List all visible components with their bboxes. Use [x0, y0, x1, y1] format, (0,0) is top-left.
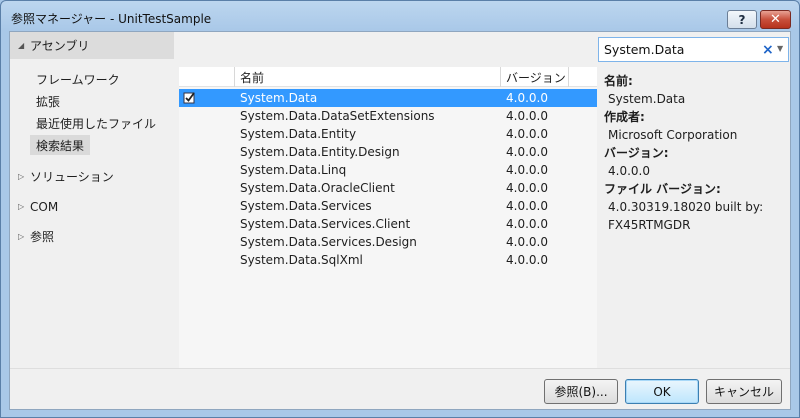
nav-group-label: アセンブリ — [30, 39, 90, 53]
assembly-name: System.Data.Linq — [240, 163, 347, 177]
assembly-name: System.Data.Entity — [240, 127, 357, 141]
close-button[interactable]: ✕ — [760, 10, 791, 29]
table-row[interactable]: System.Data.OracleClient 4.0.0.0 — [179, 179, 597, 197]
nav-group-label: ソリューション — [30, 170, 114, 184]
nav-group-solution[interactable]: ▷ ソリューション — [10, 163, 174, 190]
assembly-name: System.Data.Services — [240, 199, 372, 213]
nav-group-com[interactable]: ▷ COM — [10, 193, 174, 220]
detail-version-label: バージョン: — [604, 146, 669, 160]
title-bar[interactable]: 参照マネージャー - UnitTestSample ? ✕ — [1, 1, 799, 31]
nav-group-label: COM — [30, 199, 59, 214]
assembly-checked-icon[interactable] — [183, 91, 196, 104]
expand-triangle-icon: ▷ — [18, 172, 25, 181]
assembly-version: 4.0.0.0 — [506, 163, 548, 177]
assembly-name: System.Data.Entity.Design — [240, 145, 400, 159]
nav-group-label: 参照 — [30, 230, 55, 244]
expand-triangle-icon: ▷ — [18, 232, 25, 241]
list-header: 名前 バージョン — [179, 67, 597, 87]
browse-button[interactable]: 参照(B)... — [544, 379, 618, 404]
details-pane: 名前: System.Data 作成者: Microsoft Corporati… — [604, 72, 788, 234]
version-column-header[interactable]: バージョン — [501, 67, 569, 87]
assembly-name: System.Data.Services.Client — [240, 217, 411, 231]
assembly-name: System.Data — [240, 91, 318, 105]
nav-item-framework[interactable]: フレームワーク — [30, 69, 126, 89]
search-box: × ▼ — [598, 37, 789, 62]
nav-group-browse[interactable]: ▷ 参照 — [10, 223, 174, 250]
detail-author-value: Microsoft Corporation — [608, 128, 738, 142]
detail-file-version-value: 4.0.30319.18020 built by: — [608, 200, 764, 214]
table-row[interactable]: System.Data.Services.Client 4.0.0.0 — [179, 215, 597, 233]
detail-name-value: System.Data — [608, 92, 686, 106]
checkbox-column-header[interactable] — [179, 67, 235, 87]
detail-file-version-build: FX45RTMGDR — [608, 218, 691, 232]
assembly-version: 4.0.0.0 — [506, 181, 548, 195]
detail-file-version-label: ファイル バージョン: — [604, 182, 721, 196]
help-button[interactable]: ? — [727, 10, 757, 29]
expand-triangle-icon: ▷ — [18, 202, 25, 211]
name-column-header[interactable]: 名前 — [235, 67, 501, 87]
assembly-list: 名前 バージョン System.Data 4.0.0.0 System.Data… — [179, 67, 597, 368]
collapse-triangle-icon: ◢ — [18, 41, 25, 50]
dialog-body: ◢ アセンブリ フレームワーク 拡張 最近使用したファイル 検索結果 ▷ ソリュ… — [9, 31, 791, 410]
table-row[interactable]: System.Data.Linq 4.0.0.0 — [179, 161, 597, 179]
assembly-name: System.Data.DataSetExtensions — [240, 109, 435, 123]
assembly-version: 4.0.0.0 — [506, 109, 548, 123]
table-row[interactable]: System.Data.Services 4.0.0.0 — [179, 197, 597, 215]
assembly-name: System.Data.Services.Design — [240, 235, 417, 249]
clear-search-icon[interactable]: × — [762, 42, 774, 58]
nav-group-assemblies[interactable]: ◢ アセンブリ — [10, 32, 174, 59]
table-row[interactable]: System.Data.SqlXml 4.0.0.0 — [179, 251, 597, 269]
detail-version-value: 4.0.0.0 — [608, 164, 650, 178]
table-row[interactable]: System.Data.Services.Design 4.0.0.0 — [179, 233, 597, 251]
assembly-version: 4.0.0.0 — [506, 253, 548, 267]
search-dropdown-icon[interactable]: ▼ — [777, 44, 783, 53]
assembly-version: 4.0.0.0 — [506, 145, 548, 159]
table-row[interactable]: System.Data.Entity 4.0.0.0 — [179, 125, 597, 143]
category-nav: ◢ アセンブリ フレームワーク 拡張 最近使用したファイル 検索結果 ▷ ソリュ… — [10, 32, 174, 368]
list-rows: System.Data 4.0.0.0 System.Data.DataSetE… — [179, 89, 597, 269]
reference-manager-window: 参照マネージャー - UnitTestSample ? ✕ ◢ アセンブリ フレ… — [0, 0, 800, 418]
table-row[interactable]: System.Data.DataSetExtensions 4.0.0.0 — [179, 107, 597, 125]
assembly-version: 4.0.0.0 — [506, 235, 548, 249]
table-row[interactable]: System.Data.Entity.Design 4.0.0.0 — [179, 143, 597, 161]
assembly-name: System.Data.SqlXml — [240, 253, 363, 267]
assembly-version: 4.0.0.0 — [506, 217, 548, 231]
nav-item-extensions[interactable]: 拡張 — [30, 91, 66, 111]
ok-button[interactable]: OK — [625, 379, 699, 404]
assembly-version: 4.0.0.0 — [506, 199, 548, 213]
cancel-button[interactable]: キャンセル — [706, 379, 782, 404]
table-row[interactable]: System.Data 4.0.0.0 — [179, 89, 597, 107]
detail-name-label: 名前: — [604, 74, 633, 88]
search-input[interactable] — [599, 38, 759, 61]
nav-item-search-results[interactable]: 検索結果 — [30, 135, 91, 155]
assembly-version: 4.0.0.0 — [506, 91, 548, 105]
dialog-footer: 参照(B)... OK キャンセル — [10, 368, 790, 409]
nav-item-recent[interactable]: 最近使用したファイル — [30, 113, 162, 133]
window-title: 参照マネージャー - UnitTestSample — [11, 12, 212, 26]
detail-author-label: 作成者: — [604, 110, 645, 124]
assembly-name: System.Data.OracleClient — [240, 181, 395, 195]
assembly-version: 4.0.0.0 — [506, 127, 548, 141]
